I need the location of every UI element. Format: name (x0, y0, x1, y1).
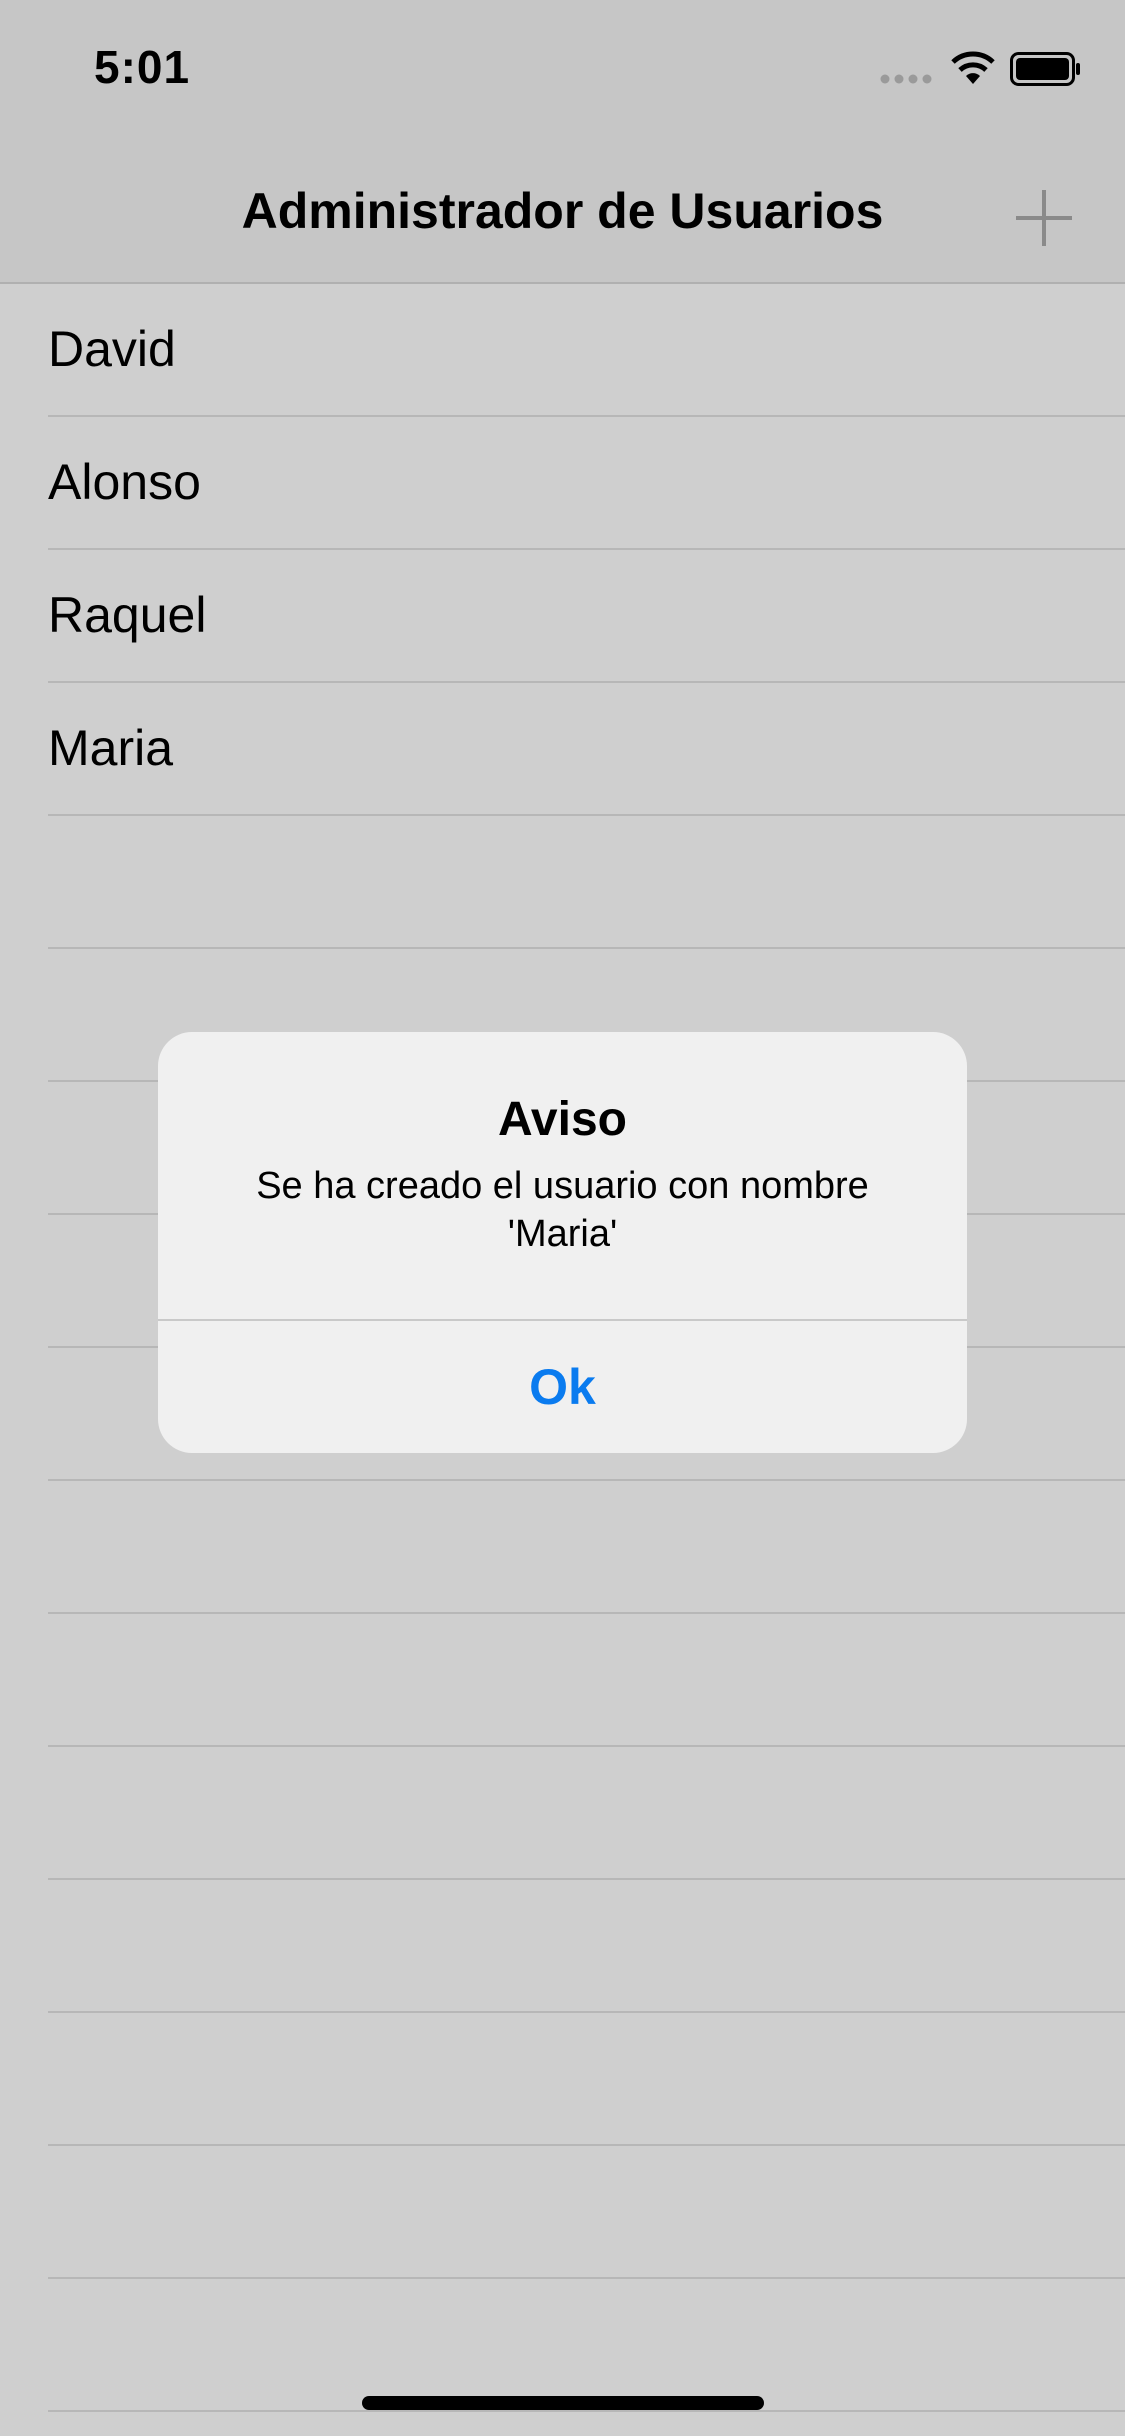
table-row[interactable]: Maria (48, 683, 1125, 816)
table-row (48, 816, 1125, 949)
alert-message: Se ha creado el usuario con nombre 'Mari… (256, 1165, 869, 1255)
table-row (48, 1880, 1125, 2013)
table-row (48, 2146, 1125, 2279)
table-row (48, 2279, 1125, 2412)
table-row[interactable]: David (48, 284, 1125, 417)
cellular-signal-icon (880, 74, 932, 84)
add-user-button[interactable] (1010, 184, 1078, 252)
table-row[interactable]: Alonso (48, 417, 1125, 550)
wifi-icon (951, 51, 995, 84)
user-name: Maria (48, 720, 174, 776)
user-name: Raquel (48, 587, 207, 643)
navigation-bar: Administrador de Usuarios (0, 132, 1125, 284)
table-row[interactable]: Raquel (48, 550, 1125, 683)
alert-dialog: Aviso Se ha creado el usuario con nombre… (158, 1032, 967, 1453)
alert-title: Aviso (498, 1093, 627, 1146)
status-bar: 5:01 (0, 0, 1125, 132)
ok-button[interactable]: Ok (158, 1321, 967, 1453)
page-title: Administrador de Usuarios (241, 183, 884, 239)
table-row (48, 1481, 1125, 1614)
table-row (48, 1614, 1125, 1747)
table-row (48, 1747, 1125, 1880)
status-time: 5:01 (94, 41, 191, 93)
battery-icon (1010, 52, 1080, 86)
user-name: David (48, 321, 176, 377)
home-indicator[interactable] (362, 2396, 764, 2410)
user-name: Alonso (48, 454, 201, 510)
table-row (48, 2013, 1125, 2146)
